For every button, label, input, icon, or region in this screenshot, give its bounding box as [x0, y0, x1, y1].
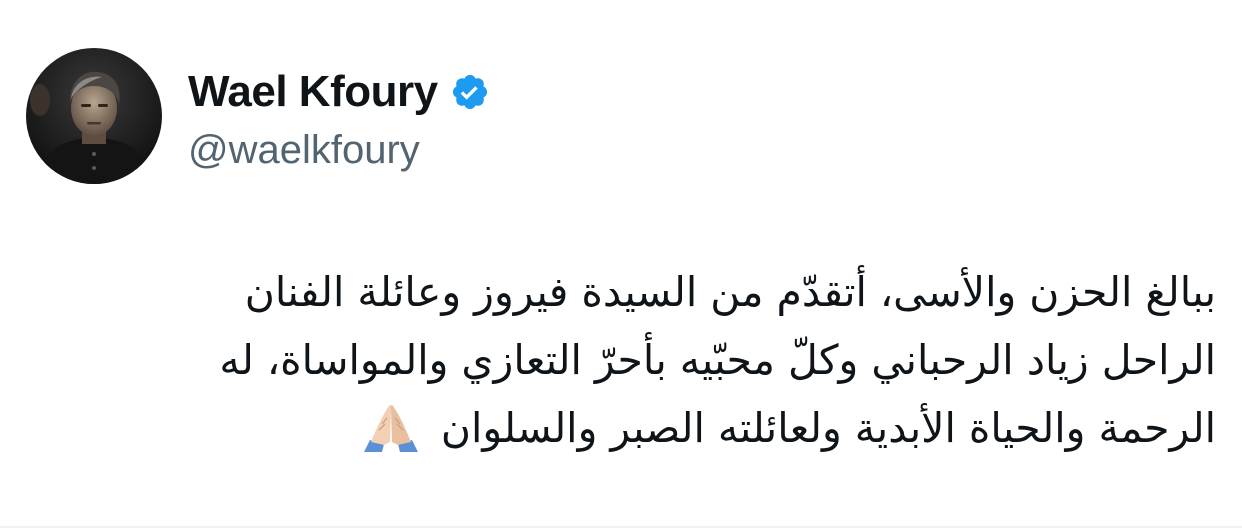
avatar[interactable] — [26, 48, 162, 184]
display-name[interactable]: Wael Kfoury — [188, 70, 438, 114]
name-row: Wael Kfoury — [188, 62, 490, 122]
author-identity: Wael Kfoury @waelkfoury — [188, 62, 490, 170]
tweet-line-3: الرحمة والحياة الأبدية ولعائلته الصبر وا… — [440, 404, 1216, 452]
tweet-line-3-wrap: الرحمة والحياة الأبدية ولعائلته الصبر وا… — [56, 394, 1216, 462]
folded-hands-icon — [360, 402, 422, 452]
tweet-card: Wael Kfoury @waelkfoury ببالغ الحزن والأ… — [0, 0, 1242, 528]
tweet-header: Wael Kfoury @waelkfoury — [26, 46, 490, 186]
tweet-text: ببالغ الحزن والأسى، أتقدّم من السيدة فير… — [56, 258, 1216, 462]
tweet-line-1: ببالغ الحزن والأسى، أتقدّم من السيدة فير… — [244, 268, 1216, 316]
tweet-line-2: الراحل زياد الرحباني وكلّ محبّيه بأحرّ ا… — [219, 336, 1216, 384]
profile-photo — [26, 48, 162, 184]
author-handle[interactable]: @waelkfoury — [188, 130, 490, 170]
verified-check-icon[interactable] — [450, 72, 490, 112]
